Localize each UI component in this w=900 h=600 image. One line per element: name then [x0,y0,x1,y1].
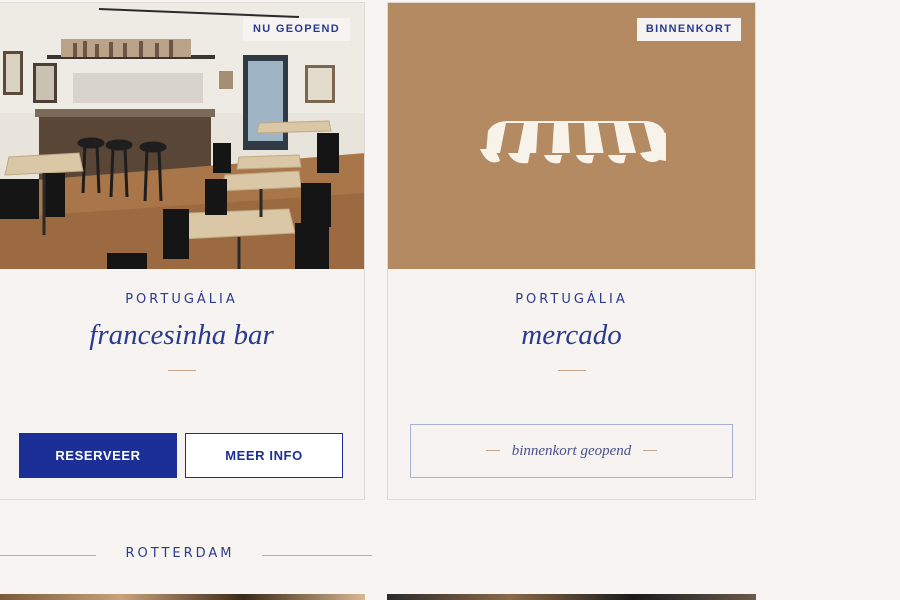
restaurant-title: francesinha bar [89,319,274,351]
restaurant-brand: PORTUGÁLIA [125,292,238,307]
bar-interior-image [0,3,364,269]
restaurant-title: mercado [521,319,622,351]
next-card-image [0,594,365,600]
left-dash [485,450,500,452]
restaurant-card-mercado: BINNENKORT PORTUGÁLIA mercado binnenkort… [387,2,756,500]
placeholder-image [388,3,755,269]
reserve-button[interactable]: RESERVEER [19,433,177,478]
awning-icon [480,121,666,164]
status-badge: NU GEOPEND [243,18,350,41]
city-section-header: ROTTERDAM [0,545,380,565]
divider-line-left [0,555,96,556]
status-badge: BINNENKORT [637,18,741,41]
city-label: ROTTERDAM [125,546,235,561]
title-divider [557,370,586,371]
coming-soon-text: binnenkort geopend [511,443,632,459]
coming-soon-notice: binnenkort geopend [410,424,733,478]
right-dash [643,450,658,452]
restaurant-card-francesinha-bar: NU GEOPEND PORTUGÁLIA francesinha bar RE… [0,2,365,500]
title-divider [167,370,196,371]
restaurant-photo [0,3,364,269]
next-card-image [387,594,756,600]
restaurant-brand: PORTUGÁLIA [515,292,628,307]
divider-line-right [262,555,372,556]
more-info-button[interactable]: MEER INFO [185,433,343,478]
